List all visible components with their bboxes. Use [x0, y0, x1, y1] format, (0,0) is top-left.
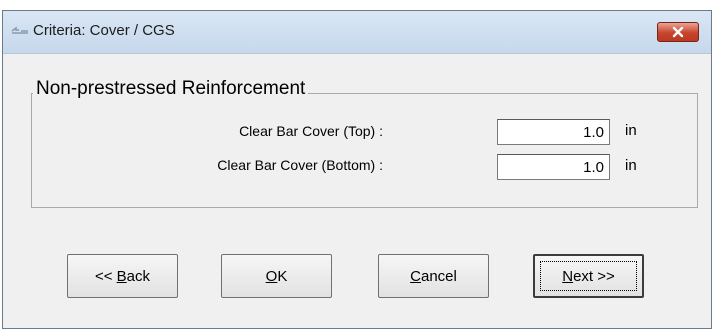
close-button[interactable] [657, 22, 699, 42]
title-bar[interactable]: Criteria: Cover / CGS [3, 11, 711, 54]
groupbox-legend: Non-prestressed Reinforcement [33, 78, 309, 100]
close-icon [672, 26, 684, 38]
back-button[interactable]: << Back [67, 254, 178, 298]
bottom-cover-unit: in [625, 157, 637, 174]
reinforcement-groupbox [31, 93, 698, 208]
ok-button[interactable]: OK [221, 254, 332, 298]
bottom-cover-input[interactable]: 1.0 [497, 154, 610, 180]
ok-label: OK [265, 267, 288, 285]
bottom-cover-label: Clear Bar Cover (Bottom) : [217, 157, 383, 173]
top-cover-unit: in [625, 122, 637, 139]
app-icon [11, 25, 29, 37]
next-button[interactable]: Next >> [533, 254, 644, 298]
back-label: << Back [94, 267, 151, 285]
cancel-button[interactable]: Cancel [378, 254, 489, 298]
dialog-window: Criteria: Cover / CGS Non-prestressed Re… [2, 10, 712, 329]
top-cover-input[interactable]: 1.0 [497, 119, 610, 145]
focus-rectangle [540, 261, 637, 291]
window-title: Criteria: Cover / CGS [33, 22, 175, 39]
top-cover-label: Clear Bar Cover (Top) : [239, 123, 383, 139]
cancel-label: Cancel [410, 267, 457, 285]
